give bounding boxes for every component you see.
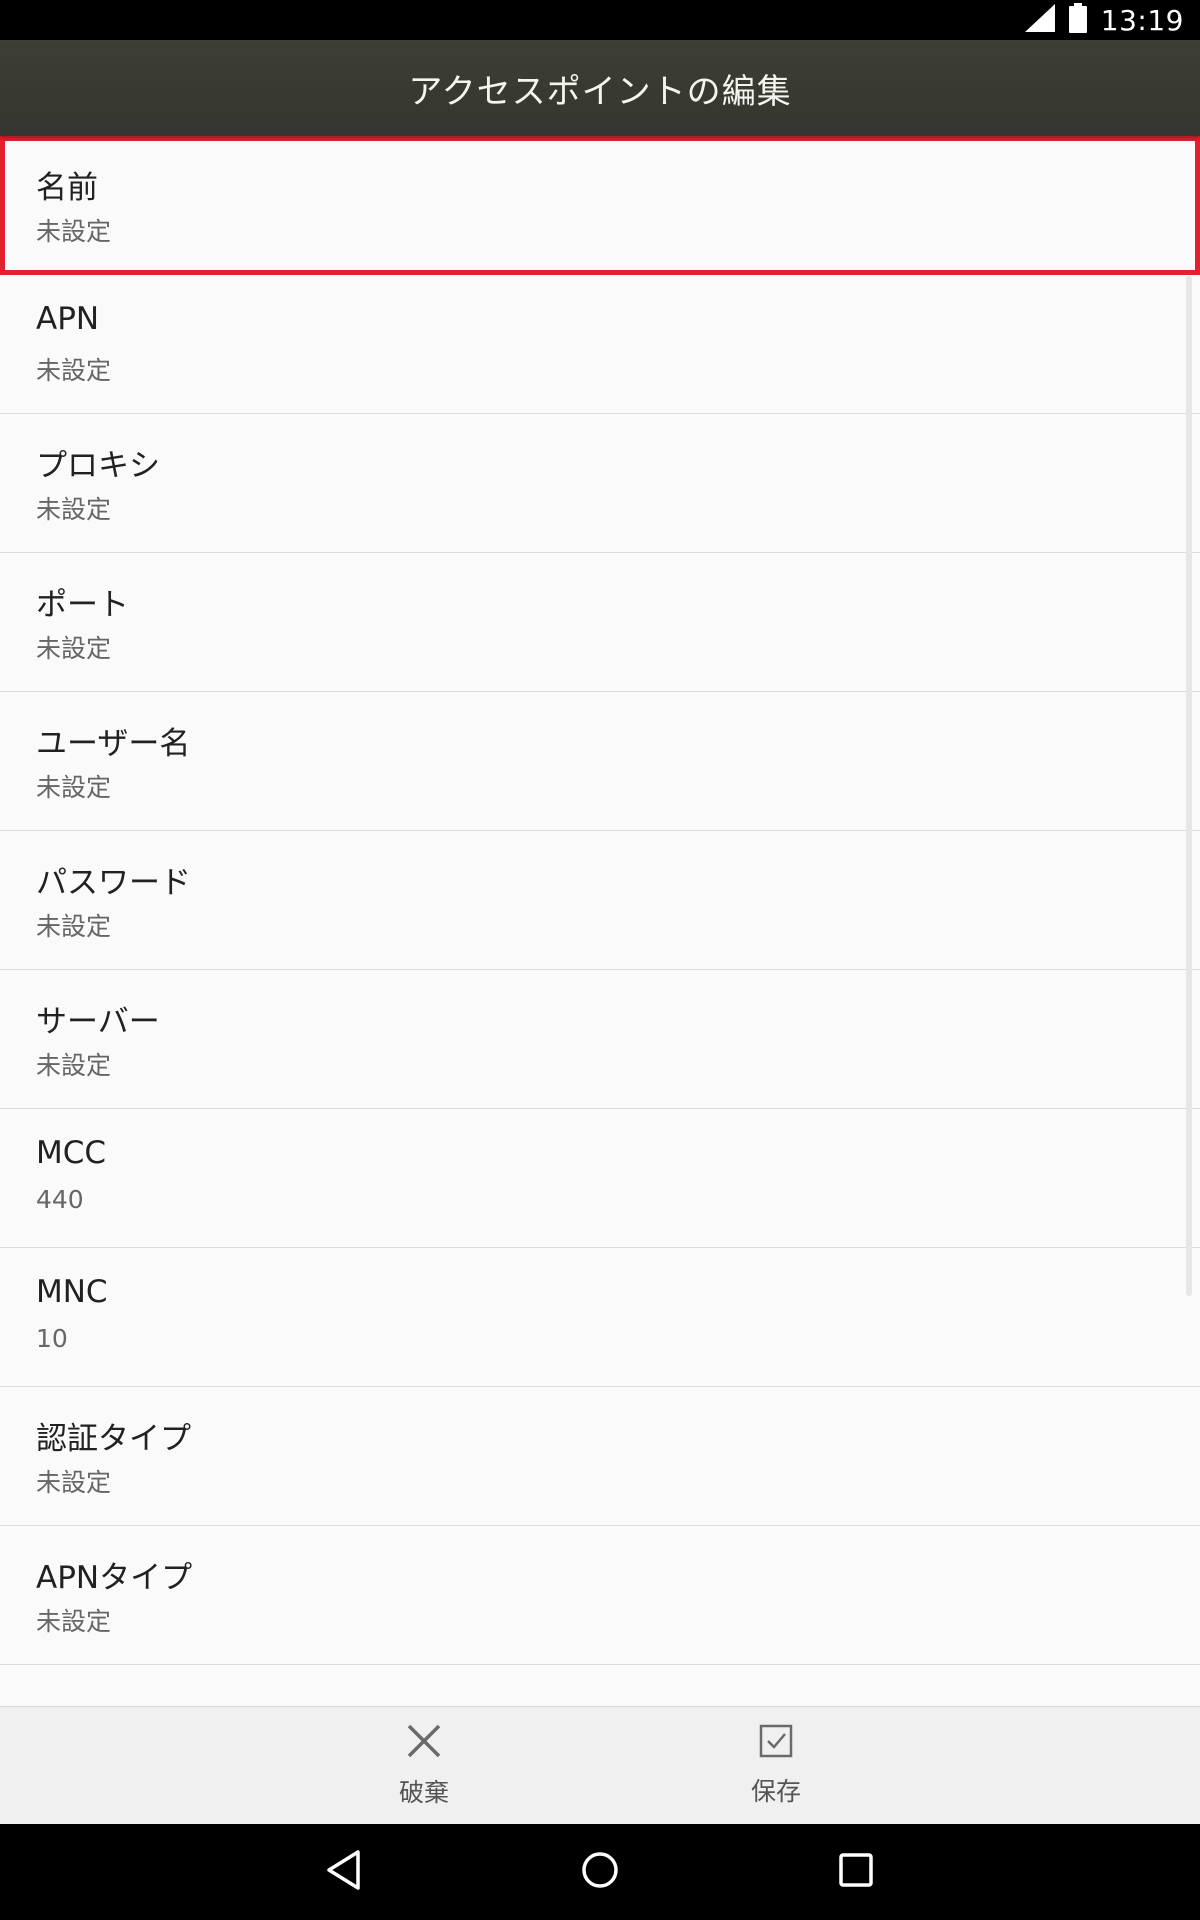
discard-label: 破棄 [398,1778,449,1807]
close-icon [406,1723,442,1763]
recent-square-icon [838,1852,874,1892]
battery-icon [1068,3,1087,37]
save-label: 保存 [750,1777,801,1806]
list-item-auth-type[interactable]: 認証タイプ 未設定 [0,1387,1200,1526]
item-title: プロキシ [36,448,160,484]
home-button[interactable] [570,1842,630,1902]
item-value: 440 [36,1185,84,1214]
navigation-bar [0,1824,1200,1920]
item-title: APNタイプ [36,1560,193,1596]
item-value: 未設定 [36,634,112,663]
list-item-port[interactable]: ポート 未設定 [0,553,1200,692]
list-item-proxy[interactable]: プロキシ 未設定 [0,414,1200,553]
item-value: 未設定 [36,217,112,246]
status-icons: 13:19 [1024,0,1184,40]
item-value: 10 [36,1324,68,1353]
list-item-password[interactable]: パスワード 未設定 [0,831,1200,970]
item-value: 未設定 [36,495,112,524]
item-title: パスワード [36,865,191,901]
list-item-mnc[interactable]: MNC 10 [0,1248,1200,1387]
save-button[interactable]: 保存 [696,1707,856,1825]
item-title: MCC [36,1135,107,1171]
item-value: 未設定 [36,1607,112,1636]
signal-icon [1024,4,1055,36]
screen: 13:19 アクセスポイントの編集 名前 未設定 APN 未設定 プロキシ 未設… [0,0,1200,1920]
home-circle-icon [580,1850,620,1894]
item-title: 名前 [36,170,98,206]
status-bar: 13:19 [0,0,1200,40]
back-triangle-icon [324,1848,364,1896]
checkbox-check-icon [759,1724,793,1762]
app-bar: アクセスポイントの編集 [0,40,1200,136]
item-title: 認証タイプ [36,1421,191,1457]
status-time: 13:19 [1100,3,1184,37]
item-value: 未設定 [36,1468,112,1497]
item-title: MNC [36,1274,108,1310]
list-item-server[interactable]: サーバー 未設定 [0,970,1200,1109]
item-value: 未設定 [36,773,112,802]
item-value: 未設定 [36,1051,112,1080]
item-title: APN [36,301,100,337]
list-item-apn-type[interactable]: APNタイプ 未設定 [0,1526,1200,1665]
item-title: ポート [36,587,129,623]
discard-button[interactable]: 破棄 [344,1707,504,1825]
list-item-mcc[interactable]: MCC 440 [0,1109,1200,1248]
list-item-apn[interactable]: APN 未設定 [0,275,1200,414]
item-value: 未設定 [36,912,112,941]
list-item-name[interactable]: 名前 未設定 [0,136,1200,275]
list-item-username[interactable]: ユーザー名 未設定 [0,692,1200,831]
item-title: サーバー [36,1004,160,1040]
item-value: 未設定 [36,356,112,385]
scrollbar[interactable] [1186,276,1192,1296]
recent-apps-button[interactable] [826,1842,886,1902]
page-title: アクセスポイントの編集 [408,71,792,112]
back-button[interactable] [314,1842,374,1902]
action-bar: 破棄 保存 [0,1706,1200,1825]
apn-settings-list: 名前 未設定 APN 未設定 プロキシ 未設定 ポート 未設定 ユーザー名 未設… [0,136,1200,1706]
item-title: ユーザー名 [36,726,191,762]
